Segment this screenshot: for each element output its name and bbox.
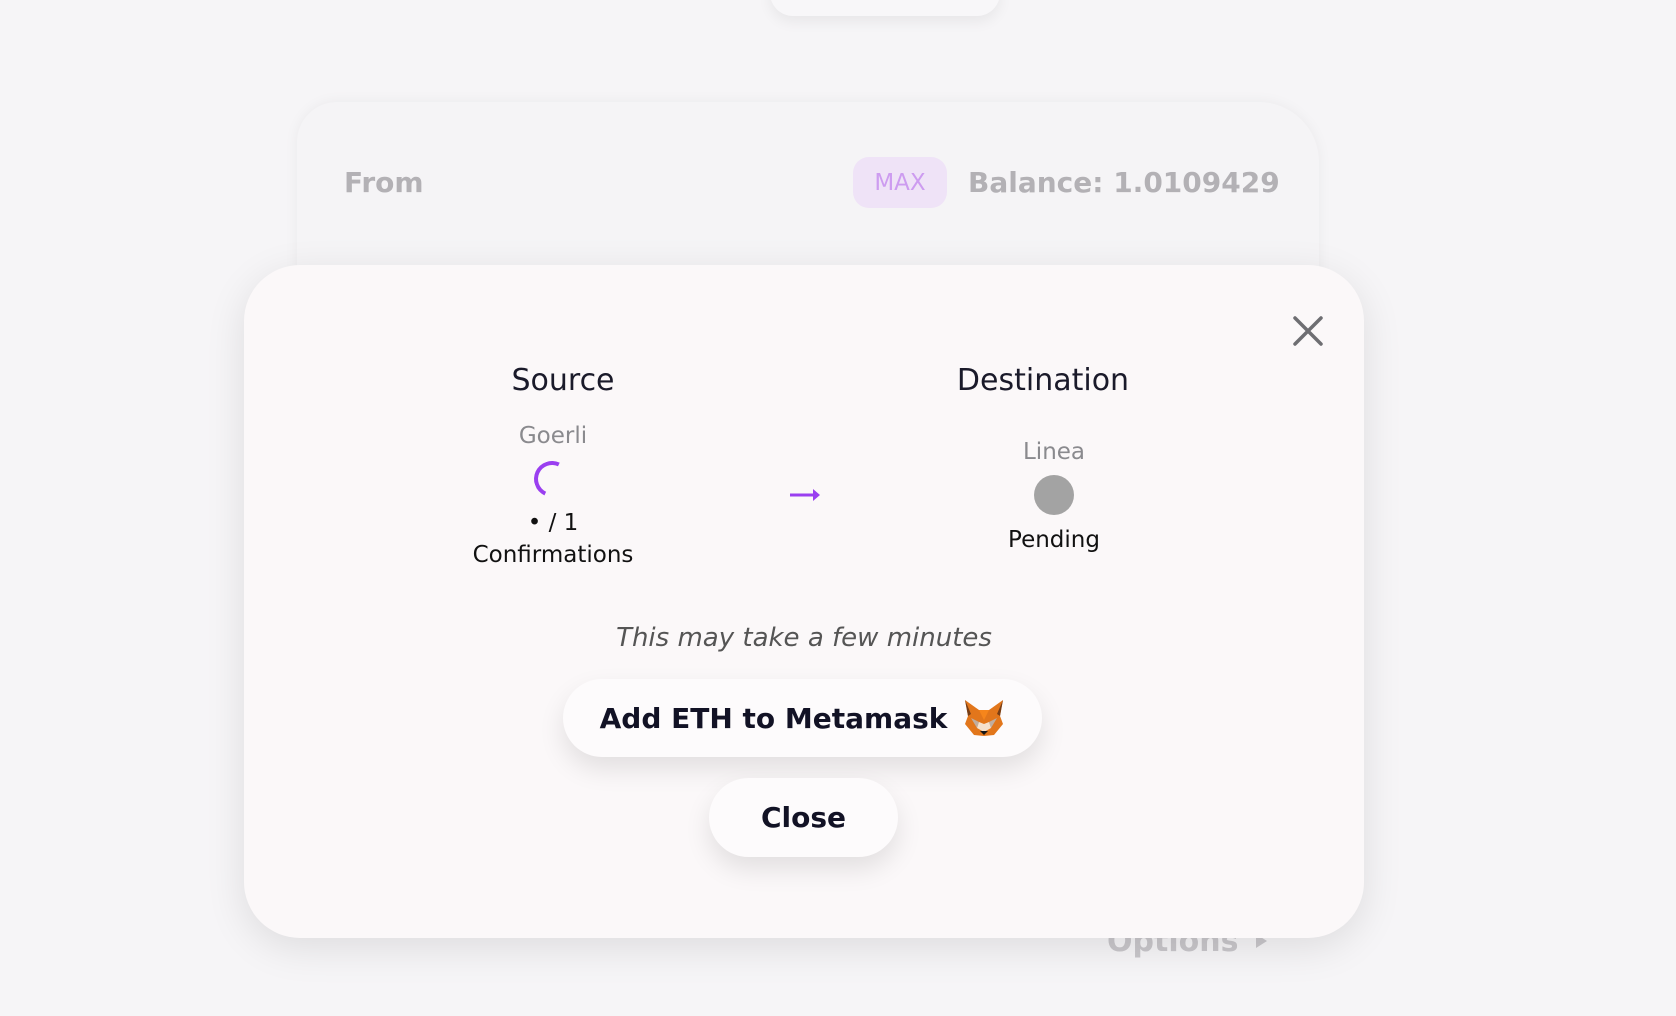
spinner-icon <box>528 455 576 503</box>
top-button[interactable] <box>770 0 1000 16</box>
transfer-status-modal: Source Destination Goerli • / 1 Confirma… <box>244 265 1364 938</box>
destination-network: Linea <box>1022 439 1086 465</box>
metamask-fox-icon <box>963 698 1005 738</box>
source-network: Goerli <box>518 423 588 449</box>
close-button[interactable]: Close <box>709 778 898 857</box>
confirmations-label: Confirmations <box>472 542 634 568</box>
destination-title: Destination <box>956 363 1130 398</box>
balance-text: Balance: 1.0109429 <box>968 166 1280 199</box>
arrow-right-icon <box>789 487 821 507</box>
wait-hint: This may take a few minutes <box>616 623 992 653</box>
max-button[interactable]: MAX <box>853 157 947 208</box>
source-title: Source <box>511 363 615 398</box>
confirmations-count: • / 1 <box>527 510 579 536</box>
close-icon[interactable] <box>1290 313 1326 349</box>
destination-status: Pending <box>1008 527 1100 553</box>
add-eth-to-metamask-button[interactable]: Add ETH to Metamask <box>563 679 1042 757</box>
from-label: From <box>344 166 424 199</box>
add-eth-label: Add ETH to Metamask <box>599 701 948 735</box>
pending-status-dot <box>1034 475 1074 515</box>
